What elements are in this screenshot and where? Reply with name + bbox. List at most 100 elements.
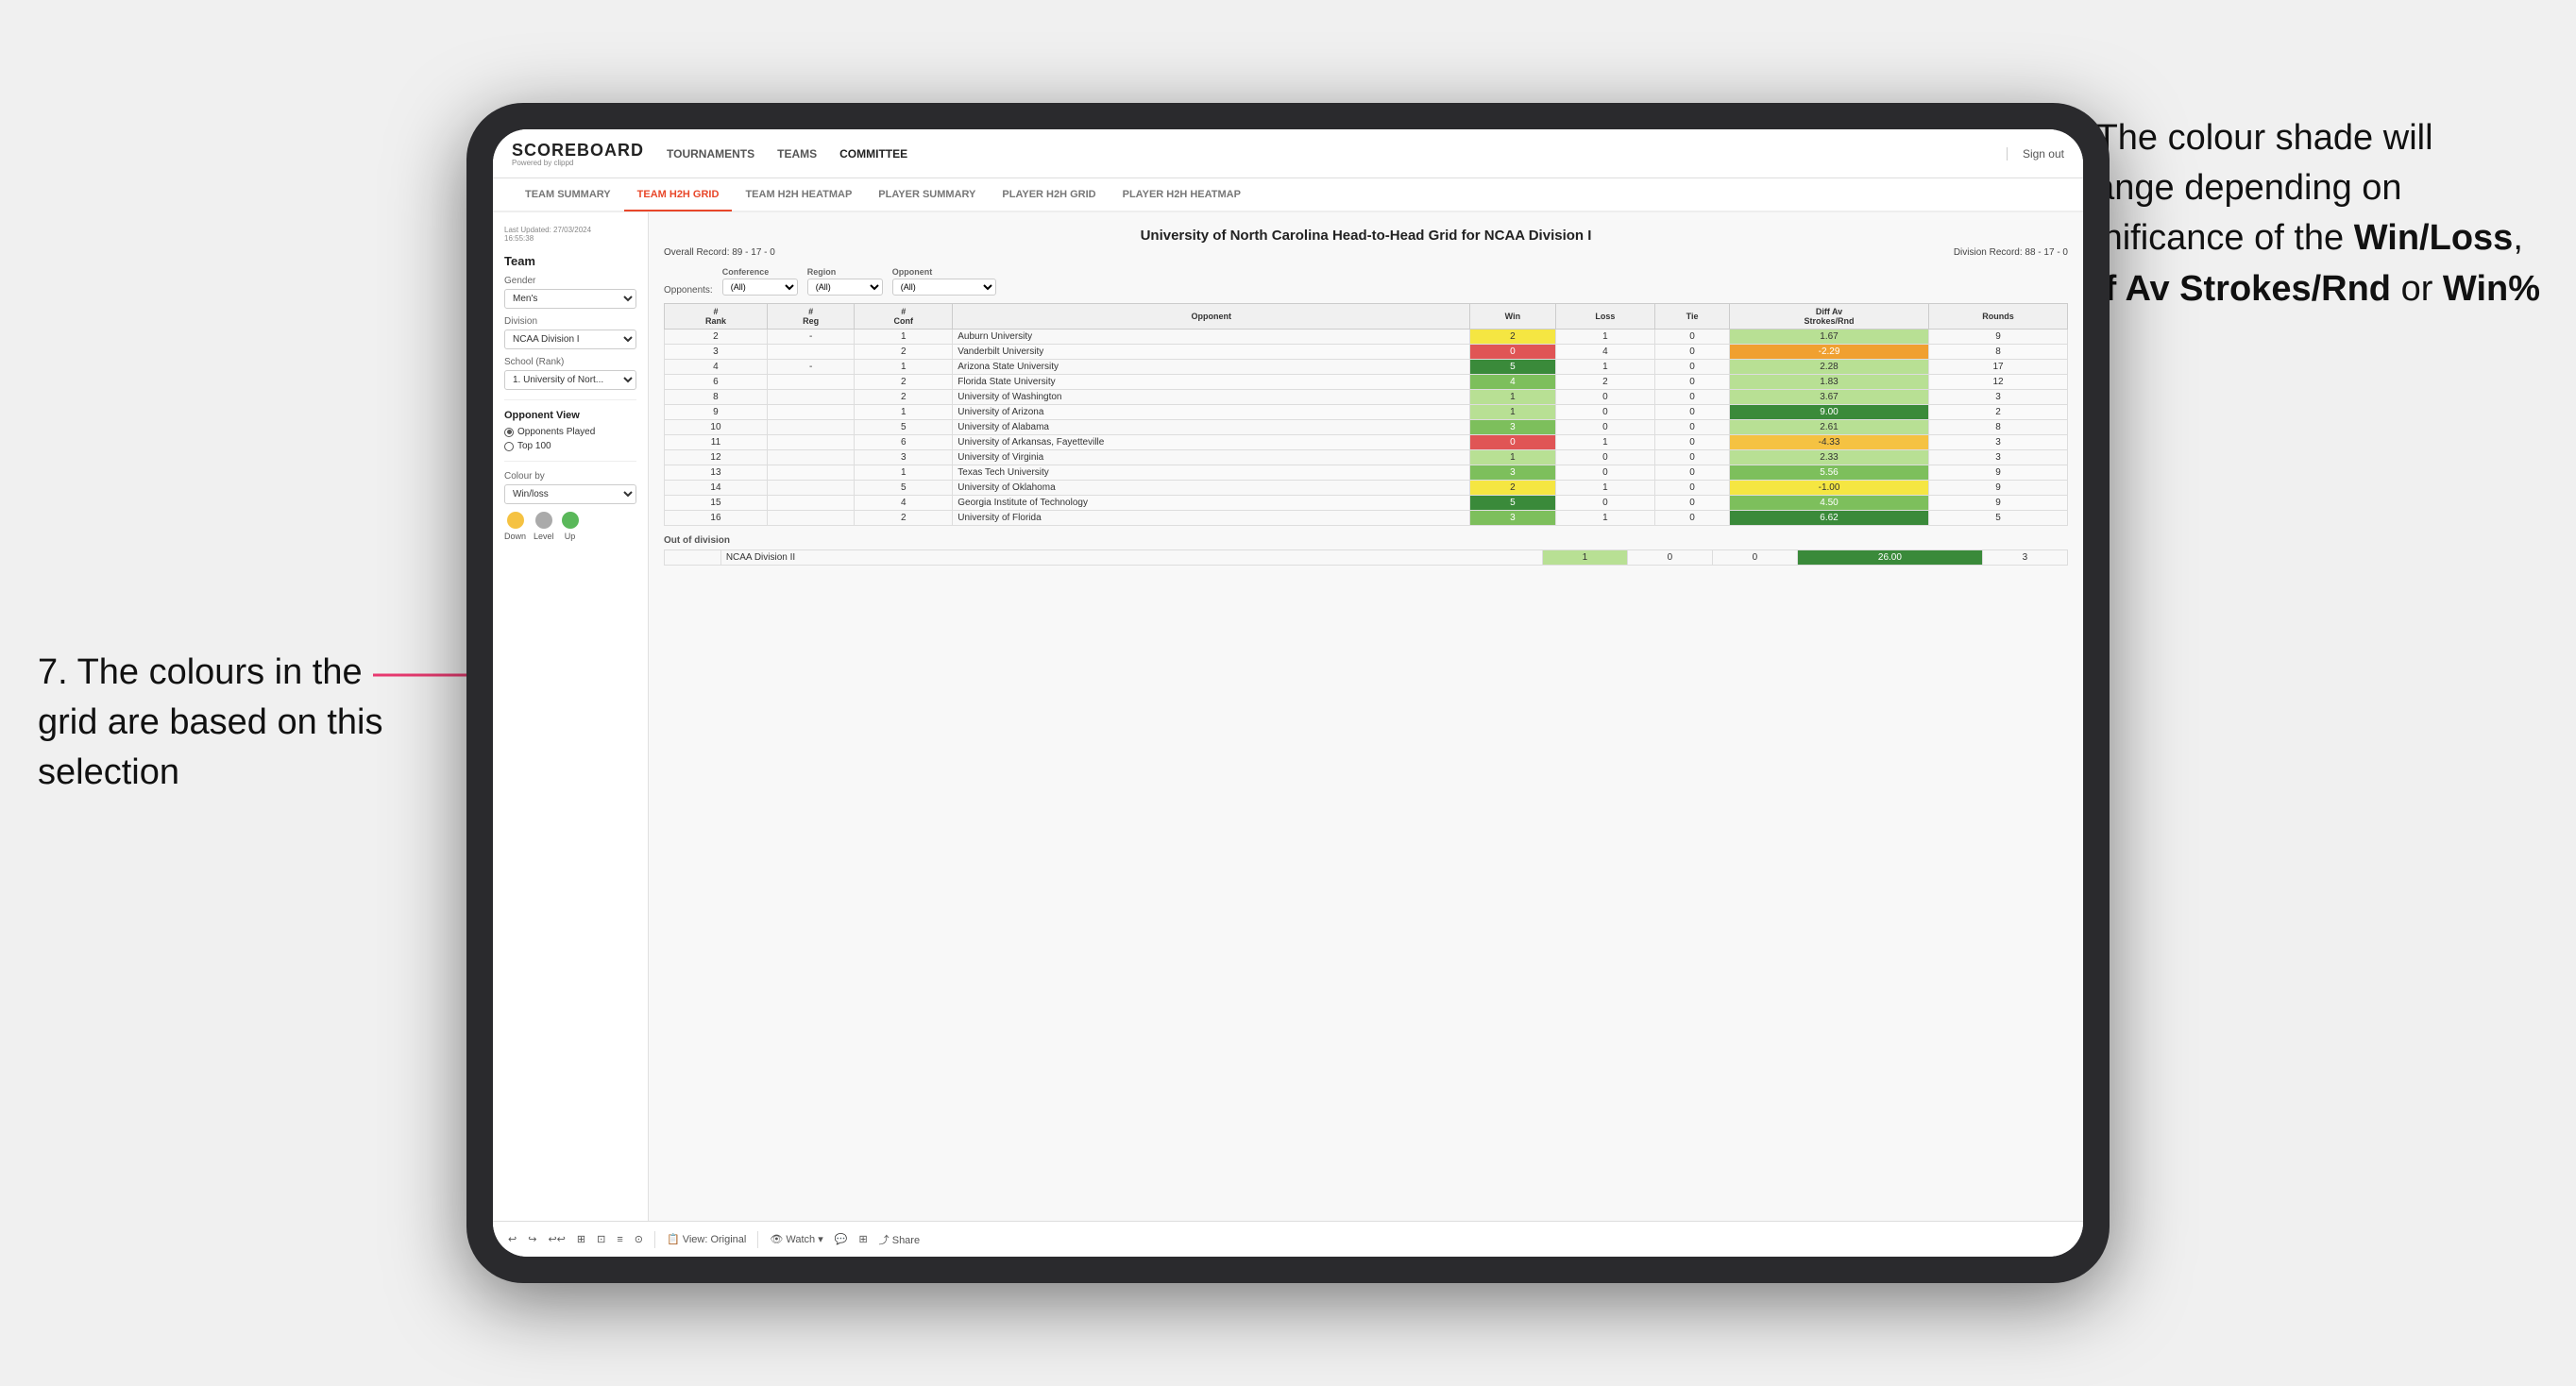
toolbar-redo[interactable]: ↪ (528, 1233, 536, 1245)
division-record: Division Record: 88 - 17 - 0 (1954, 247, 2068, 258)
table-row: 1 (1555, 435, 1655, 450)
table-row: 1 (1470, 390, 1555, 405)
tab-player-h2h-grid[interactable]: PLAYER H2H GRID (989, 179, 1109, 211)
table-row: 3 (1470, 511, 1555, 526)
ood-row: 0 (1627, 550, 1712, 566)
radio-top100[interactable]: Top 100 (504, 441, 636, 451)
table-row: -1.00 (1729, 481, 1928, 496)
table-row: 0 (1655, 375, 1730, 390)
colour-by-select[interactable]: Win/loss (504, 484, 636, 504)
toolbar-view-original[interactable]: 📋 View: Original (667, 1233, 746, 1245)
nav-tournaments[interactable]: TOURNAMENTS (667, 147, 754, 161)
table-row (767, 450, 854, 465)
logo-block: SCOREBOARD Powered by clippd (512, 141, 648, 167)
tab-team-h2h-heatmap[interactable]: TEAM H2H HEATMAP (732, 179, 865, 211)
table-row: 0 (1655, 511, 1730, 526)
table-row: 2 (855, 345, 953, 360)
legend-up: Up (562, 512, 579, 541)
table-row: 12 (665, 450, 768, 465)
radio-opponents-played[interactable]: Opponents Played (504, 427, 636, 437)
gender-select[interactable]: Men's (504, 289, 636, 309)
table-row (767, 375, 854, 390)
table-row: 5.56 (1729, 465, 1928, 481)
table-row: 1 (1470, 450, 1555, 465)
toolbar-undo[interactable]: ↩ (508, 1233, 517, 1245)
table-row: 0 (1655, 450, 1730, 465)
tablet-screen: SCOREBOARD Powered by clippd TOURNAMENTS… (493, 129, 2083, 1257)
radio-dot-top100 (504, 442, 514, 451)
table-row (767, 465, 854, 481)
toolbar-share[interactable]: ⤴ Share (879, 1232, 920, 1247)
table-row: 0 (1655, 496, 1730, 511)
table-row: 2 (1470, 481, 1555, 496)
col-conf: #Conf (855, 304, 953, 330)
table-row: 2 (855, 375, 953, 390)
legend-level-icon (535, 512, 552, 529)
school-select[interactable]: 1. University of Nort... (504, 370, 636, 390)
division-select[interactable]: NCAA Division I (504, 330, 636, 349)
table-row: 2 (1555, 375, 1655, 390)
table-row: 3 (1929, 390, 2068, 405)
table-row: 3 (855, 450, 953, 465)
timestamp: Last Updated: 27/03/2024 16:55:38 (504, 226, 636, 243)
table-row: 2.28 (1729, 360, 1928, 375)
table-row: 3 (1470, 465, 1555, 481)
table-row: 1 (1470, 405, 1555, 420)
table-row: 6 (665, 375, 768, 390)
table-row: 1 (855, 330, 953, 345)
table-row: 0 (1470, 435, 1555, 450)
table-row: - (767, 360, 854, 375)
tab-team-summary[interactable]: TEAM SUMMARY (512, 179, 624, 211)
ood-row: 0 (1712, 550, 1797, 566)
toolbar-watch[interactable]: 👁 Watch ▾ (770, 1233, 822, 1245)
gender-label: Gender (504, 276, 636, 286)
toolbar-clock-icon[interactable]: ⊙ (635, 1233, 643, 1245)
table-row: 1 (855, 465, 953, 481)
col-diff: Diff AvStrokes/Rnd (1729, 304, 1928, 330)
legend-level: Level (534, 512, 554, 541)
region-select[interactable]: (All) (807, 279, 883, 296)
annotation-right: 8. The colour shade will change dependin… (2057, 113, 2548, 314)
col-rounds: Rounds (1929, 304, 2068, 330)
data-table: #Rank #Reg #Conf Opponent Win Loss Tie D… (664, 303, 2068, 526)
grid-title: University of North Carolina Head-to-Hea… (664, 228, 2068, 244)
toolbar-undo-all[interactable]: ↩↩ (548, 1233, 565, 1245)
table-row: 14 (665, 481, 768, 496)
table-row: 3 (665, 345, 768, 360)
table-row: 17 (1929, 360, 2068, 375)
tab-player-summary[interactable]: PLAYER SUMMARY (865, 179, 989, 211)
table-row: 4.50 (1729, 496, 1928, 511)
table-row: 3 (1929, 450, 2068, 465)
nav-teams[interactable]: TEAMS (777, 147, 817, 161)
toolbar-comment[interactable]: 💬 (835, 1233, 848, 1245)
toolbar-present[interactable]: ⊞ (858, 1233, 867, 1245)
table-row: 11 (665, 435, 768, 450)
toolbar-grid-icon[interactable]: ⊞ (577, 1233, 585, 1245)
table-row: 9 (1929, 330, 2068, 345)
table-row: 4 (1555, 345, 1655, 360)
ood-row: 1 (1542, 550, 1627, 566)
table-row (767, 345, 854, 360)
nav-committee[interactable]: COMMITTEE (839, 147, 907, 161)
table-row: 5 (855, 481, 953, 496)
conf-select[interactable]: (All) (722, 279, 798, 296)
toolbar-table-icon[interactable]: ⊡ (597, 1233, 605, 1245)
table-row: Florida State University (953, 375, 1470, 390)
table-row: 5 (1929, 511, 2068, 526)
toolbar-menu-icon[interactable]: ≡ (617, 1234, 622, 1245)
table-row: 10 (665, 420, 768, 435)
table-row: 9 (1929, 481, 2068, 496)
nav-links: TOURNAMENTS TEAMS COMMITTEE (667, 147, 2007, 161)
nav-signout[interactable]: Sign out (2007, 147, 2064, 161)
table-row: 5 (1470, 360, 1555, 375)
table-row: 0 (1655, 481, 1730, 496)
tab-player-h2h-heatmap[interactable]: PLAYER H2H HEATMAP (1110, 179, 1254, 211)
region-filter: Region (All) (807, 267, 883, 296)
opp-select[interactable]: (All) (892, 279, 996, 296)
table-row: 0 (1470, 345, 1555, 360)
annotation-left: 7. The colours in the grid are based on … (38, 648, 397, 799)
table-row: 0 (1555, 450, 1655, 465)
ood-row: NCAA Division II (720, 550, 1542, 566)
table-row: 6.62 (1729, 511, 1928, 526)
tab-team-h2h-grid[interactable]: TEAM H2H GRID (624, 179, 733, 211)
